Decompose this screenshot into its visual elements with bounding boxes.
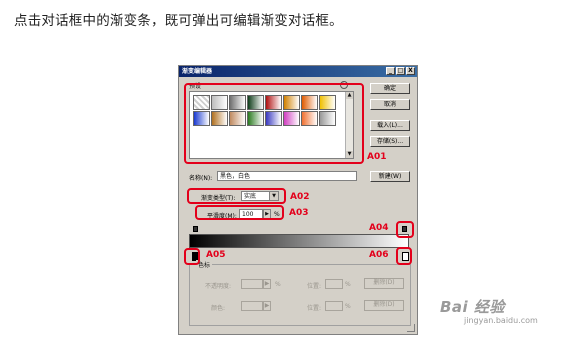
ok-button[interactable]: 确定 [370, 83, 410, 94]
annotation-box-a05 [184, 248, 200, 265]
caption-text: 点击对话框中的渐变条，既可弹出可编辑渐变对话框。 [14, 13, 343, 29]
annotation-box-a04 [396, 221, 414, 238]
window-controls: _ □ X [386, 67, 415, 75]
color-location-label: 位置: [307, 305, 322, 312]
annotation-a02: A02 [290, 192, 310, 202]
save-button[interactable]: 存储(S)... [370, 136, 410, 147]
maximize-button[interactable]: □ [396, 67, 405, 75]
opacity-delete-button[interactable]: 删除(D) [364, 278, 404, 289]
opacity-field[interactable] [241, 279, 263, 289]
opacity-location-unit: % [345, 281, 351, 288]
name-label: 名称(N): [189, 175, 213, 182]
color-delete-button[interactable]: 删除(D) [364, 300, 404, 311]
annotation-a01: A01 [367, 152, 387, 162]
opacity-location-label: 位置: [307, 283, 322, 290]
opacity-unit: % [275, 281, 281, 288]
annotation-a05: A05 [206, 250, 226, 260]
watermark-url: jingyan.baidu.com [464, 316, 538, 325]
dialog-title: 渐变编辑器 [182, 68, 213, 75]
title-bar: 渐变编辑器 _ □ X [179, 66, 417, 77]
annotation-box-a01 [184, 83, 364, 164]
color-stops-group [189, 264, 411, 326]
color-arrow-icon[interactable]: ▶ [263, 301, 271, 311]
annotation-a06: A06 [369, 250, 389, 260]
color-label: 颜色: [211, 305, 226, 312]
opacity-arrow-icon[interactable]: ▶ [263, 279, 271, 289]
annotation-a04: A04 [369, 223, 389, 233]
annotation-a03: A03 [289, 208, 309, 218]
close-button[interactable]: X [406, 67, 415, 75]
new-button[interactable]: 新建(W) [370, 171, 410, 182]
load-button[interactable]: 载入(L)... [370, 120, 410, 131]
resize-grip-icon[interactable] [407, 324, 415, 332]
annotation-box-a02 [187, 188, 286, 204]
color-location-field[interactable] [325, 301, 343, 311]
color-swatch-field[interactable] [241, 301, 263, 311]
minimize-button[interactable]: _ [386, 67, 395, 75]
name-field[interactable]: 黑色，白色 [217, 171, 357, 181]
watermark-logo: Bai 经验 [440, 298, 505, 316]
cancel-button[interactable]: 取消 [370, 99, 410, 110]
opacity-label: 不透明度: [205, 283, 232, 290]
color-location-unit: % [345, 303, 351, 310]
gradient-bar[interactable] [189, 234, 409, 248]
annotation-box-a06 [396, 247, 412, 265]
opacity-location-field[interactable] [325, 279, 343, 289]
annotation-box-a03 [195, 205, 284, 220]
opacity-stop-left[interactable] [193, 226, 198, 232]
baidu-watermark: Bai 经验 jingyan.baidu.com [440, 296, 538, 325]
